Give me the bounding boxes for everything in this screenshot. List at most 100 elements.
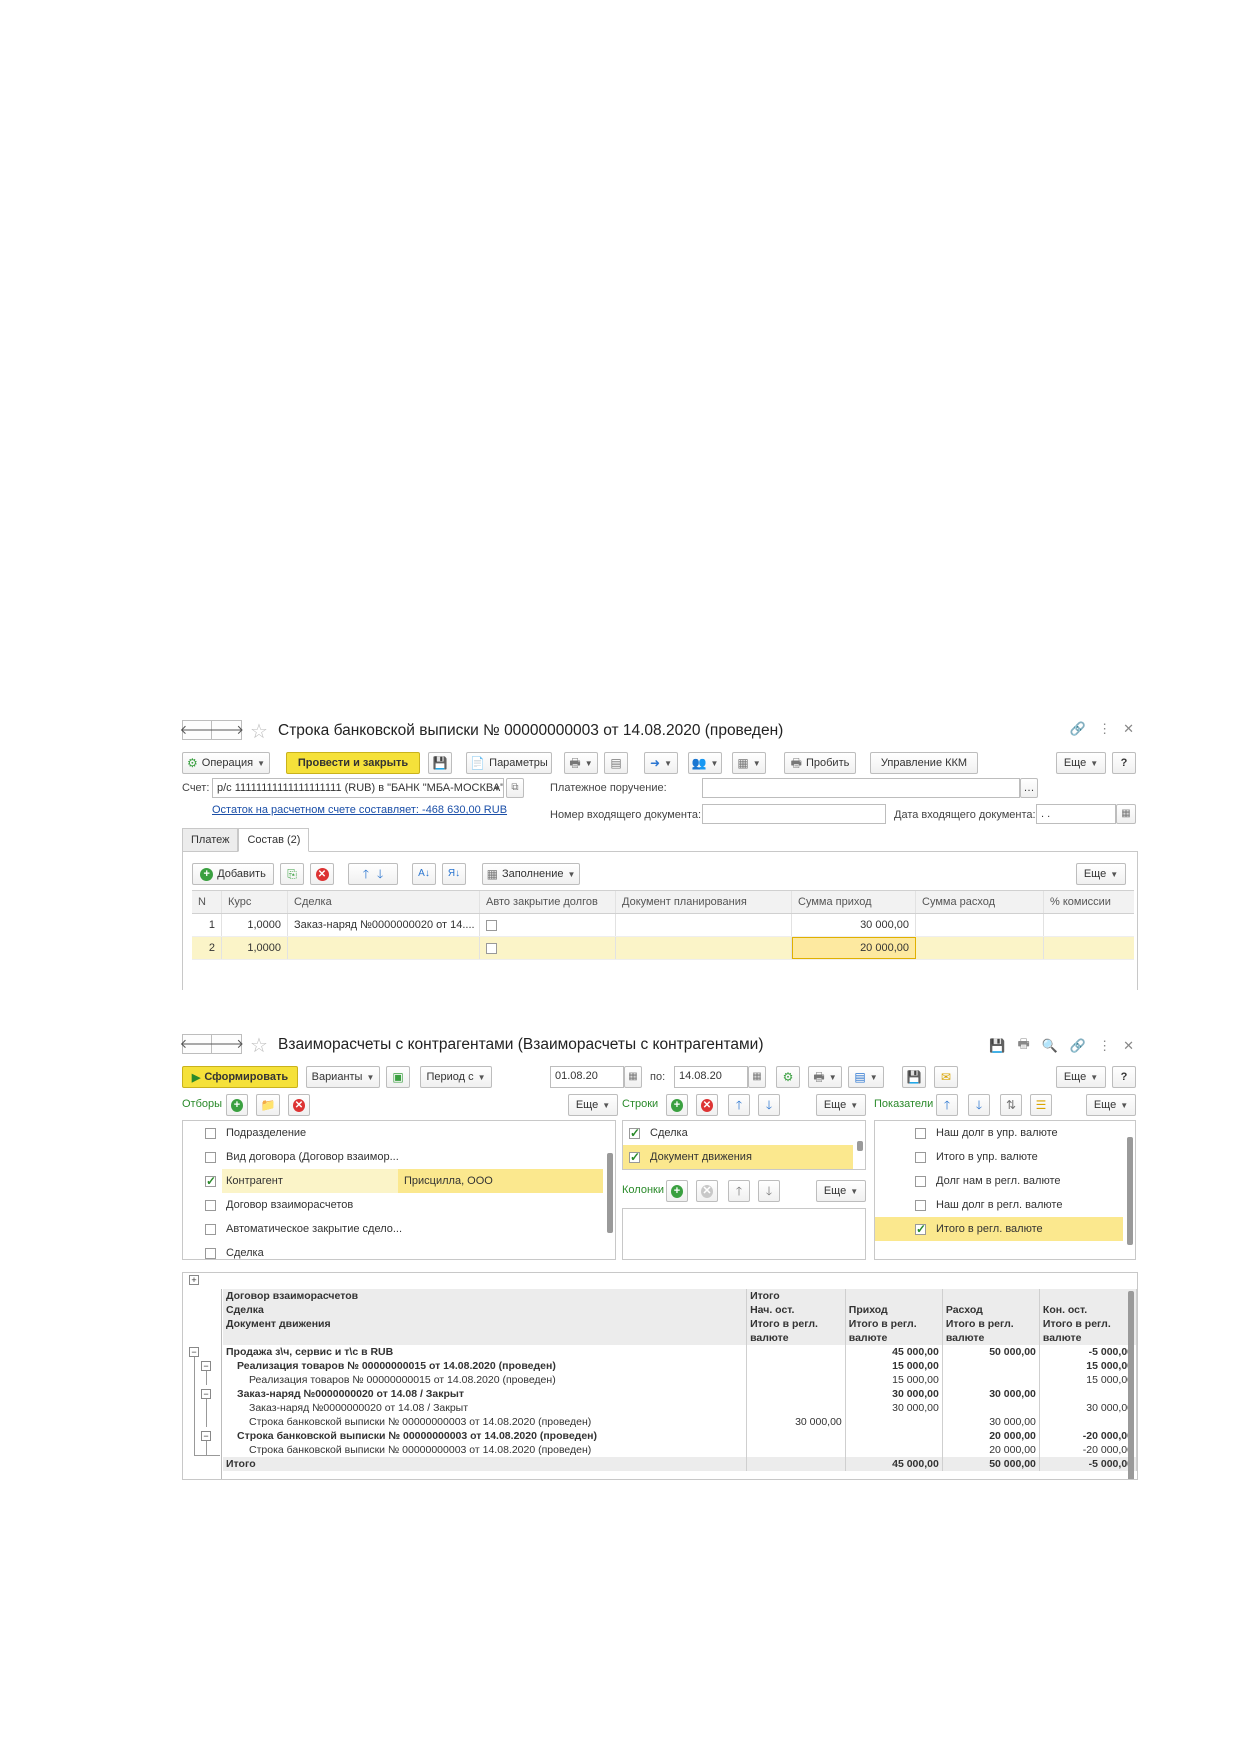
structure-button[interactable]: ▤ (604, 752, 628, 774)
collapse-icon[interactable]: − (189, 1347, 199, 1357)
save-report-button[interactable]: 💾 (902, 1066, 926, 1088)
col-income[interactable]: Сумма приход (792, 891, 916, 913)
table-view-button[interactable]: ▤ ▼ (848, 1066, 884, 1088)
row-up-button[interactable]: 🡑 (728, 1094, 750, 1116)
row-group-item[interactable]: Сделка (623, 1121, 853, 1145)
account-field[interactable]: р/с 11111111111111111111 (RUB) в "БАНК "… (212, 778, 504, 798)
row-down-button[interactable]: 🡓 (758, 1094, 780, 1116)
rows-more-button[interactable]: Еще ▼ (816, 1094, 866, 1116)
calendar-from-button[interactable]: ▦ (624, 1066, 642, 1088)
add-filter-button[interactable]: + (226, 1094, 248, 1116)
col-commission[interactable]: % комиссии (1044, 891, 1134, 913)
report-button[interactable]: ▦ ▼ (732, 752, 766, 774)
forward-arrow-icon[interactable]: 🡒 (209, 720, 244, 740)
variants-button[interactable]: Варианты ▼ (306, 1066, 380, 1088)
kebab-menu-icon[interactable]: ⋮ (1098, 1038, 1111, 1054)
select-payment-order-button[interactable]: … (1020, 778, 1038, 798)
report-row[interactable]: Заказ-наряд №0000000020 от 14.08 / Закры… (223, 1401, 1137, 1415)
row-group-checkbox[interactable] (629, 1126, 640, 1140)
print-button[interactable]: 🖶 ▼ (564, 752, 598, 774)
filters-more-button[interactable]: Еще ▼ (568, 1094, 618, 1116)
calendar-to-button[interactable]: ▦ (748, 1066, 766, 1088)
col-deal[interactable]: Сделка (288, 891, 480, 913)
col-plan-doc[interactable]: Документ планирования (616, 891, 792, 913)
table-row[interactable]: 2 1,0000 20 000,00 (192, 937, 1134, 960)
collapse-icon[interactable]: − (201, 1431, 211, 1441)
back-arrow-icon[interactable]: 🡐 (180, 720, 214, 740)
cell-income-active[interactable]: 20 000,00 (792, 937, 916, 959)
back-arrow-icon[interactable]: 🡐 (180, 1034, 214, 1054)
kkm-management-button[interactable]: Управление ККМ (870, 752, 978, 774)
column-up-button[interactable]: 🡑 (728, 1180, 750, 1202)
close-icon[interactable]: ✕ (1123, 1038, 1134, 1054)
add-row-button[interactable]: + Добавить (192, 863, 274, 885)
post-and-close-button[interactable]: Провести и закрыть (286, 752, 420, 774)
operation-button[interactable]: ⚙ Операция ▼ (182, 752, 270, 774)
print-button[interactable]: 🖶 ▼ (808, 1066, 842, 1088)
parameters-button[interactable]: 📄 Параметры (466, 752, 552, 774)
generate-button[interactable]: ▶ Сформировать (182, 1066, 298, 1088)
help-button[interactable]: ? (1112, 752, 1136, 774)
period-button[interactable]: Период с ▼ (420, 1066, 492, 1088)
kebab-menu-icon[interactable]: ⋮ (1098, 721, 1111, 737)
filter-item[interactable]: Подразделение (183, 1121, 603, 1145)
col-n[interactable]: N (192, 891, 222, 913)
indicator-checkbox[interactable] (915, 1127, 926, 1139)
add-row-group-button[interactable]: + (666, 1094, 688, 1116)
filter-item[interactable]: Автоматическое закрытие сдело... (183, 1217, 603, 1241)
report-row[interactable]: Строка банковской выписки № 00000000003 … (223, 1415, 1137, 1429)
filter-item[interactable]: Договор взаиморасчетов (183, 1193, 603, 1217)
arrow-up-icon[interactable]: 🡑 (363, 868, 369, 880)
delete-column-button[interactable]: ✕ (696, 1180, 718, 1202)
filters-scrollbar[interactable] (606, 1123, 614, 1257)
more-button[interactable]: Еще ▼ (1056, 752, 1106, 774)
more-button[interactable]: Еще ▼ (1056, 1066, 1106, 1088)
incoming-number-field[interactable] (702, 804, 886, 824)
filter-checkbox[interactable] (205, 1151, 216, 1163)
indicators-scrollbar[interactable] (1126, 1123, 1134, 1257)
report-row[interactable]: Продажа з\ч, сервис и т\с в RUB 45 000,0… (223, 1345, 1137, 1359)
row-group-item-selected[interactable]: Документ движения (623, 1145, 853, 1169)
filter-checkbox[interactable] (205, 1223, 216, 1235)
auto-close-checkbox[interactable] (486, 919, 497, 931)
link-icon[interactable]: 🔗 (1070, 1038, 1086, 1054)
indicator-item[interactable]: Долг нам в регл. валюте (875, 1169, 1123, 1193)
indicator-item-selected[interactable]: Итого в регл. валюте (875, 1217, 1123, 1241)
date-to-field[interactable]: 14.08.20 (674, 1066, 748, 1088)
auto-close-checkbox[interactable] (486, 942, 497, 954)
save-button[interactable]: 💾 (428, 752, 452, 774)
indicator-up-button[interactable]: 🡑 (936, 1094, 958, 1116)
date-from-field[interactable]: 01.08.20 (550, 1066, 624, 1088)
col-expense[interactable]: Сумма расход (916, 891, 1044, 913)
filter-checkbox[interactable] (205, 1247, 216, 1259)
add-column-button[interactable]: + (666, 1180, 688, 1202)
filter-item-selected[interactable]: Контрагент Присцилла, ООО (183, 1169, 603, 1193)
sort-asc-button[interactable]: A↓ (412, 863, 436, 885)
indicator-item[interactable]: Наш долг в упр. валюте (875, 1121, 1123, 1145)
indicator-checkbox[interactable] (915, 1222, 926, 1236)
fill-button[interactable]: ▦ Заполнение ▼ (482, 863, 580, 885)
col-auto-close[interactable]: Авто закрытие долгов (480, 891, 616, 913)
chevron-down-icon[interactable]: ▼ (490, 779, 504, 797)
table-row[interactable]: 1 1,0000 Заказ-наряд №0000000020 от 14..… (192, 914, 1134, 937)
delete-row-group-button[interactable]: ✕ (696, 1094, 718, 1116)
tab-payment[interactable]: Платеж (182, 828, 239, 852)
close-icon[interactable]: ✕ (1123, 721, 1134, 737)
row-group-checkbox[interactable] (629, 1150, 640, 1164)
users-button[interactable]: 👥 ▼ (688, 752, 722, 774)
payment-order-field[interactable] (702, 778, 1020, 798)
report-row[interactable]: Строка банковской выписки № 00000000003 … (223, 1443, 1137, 1457)
filter-item[interactable]: Вид договора (Договор взаимор... (183, 1145, 603, 1169)
arrow-down-icon[interactable]: 🡓 (377, 868, 383, 880)
copy-row-button[interactable]: ⎘ (280, 863, 304, 885)
open-account-button[interactable]: ⧉ (506, 778, 524, 798)
punch-receipt-button[interactable]: 🖶 Пробить (784, 752, 856, 774)
delete-row-button[interactable]: ✕ (310, 863, 334, 885)
indicator-checkbox[interactable] (915, 1199, 926, 1211)
sort-desc-button[interactable]: Я↓ (442, 863, 466, 885)
send-email-button[interactable]: ✉ (934, 1066, 958, 1088)
add-filter-group-button[interactable]: 📁 (256, 1094, 280, 1116)
report-row[interactable]: Заказ-наряд №0000000020 от 14.08 / Закры… (223, 1387, 1137, 1401)
report-row[interactable]: Строка банковской выписки № 00000000003 … (223, 1429, 1137, 1443)
collapse-icon[interactable]: − (201, 1389, 211, 1399)
